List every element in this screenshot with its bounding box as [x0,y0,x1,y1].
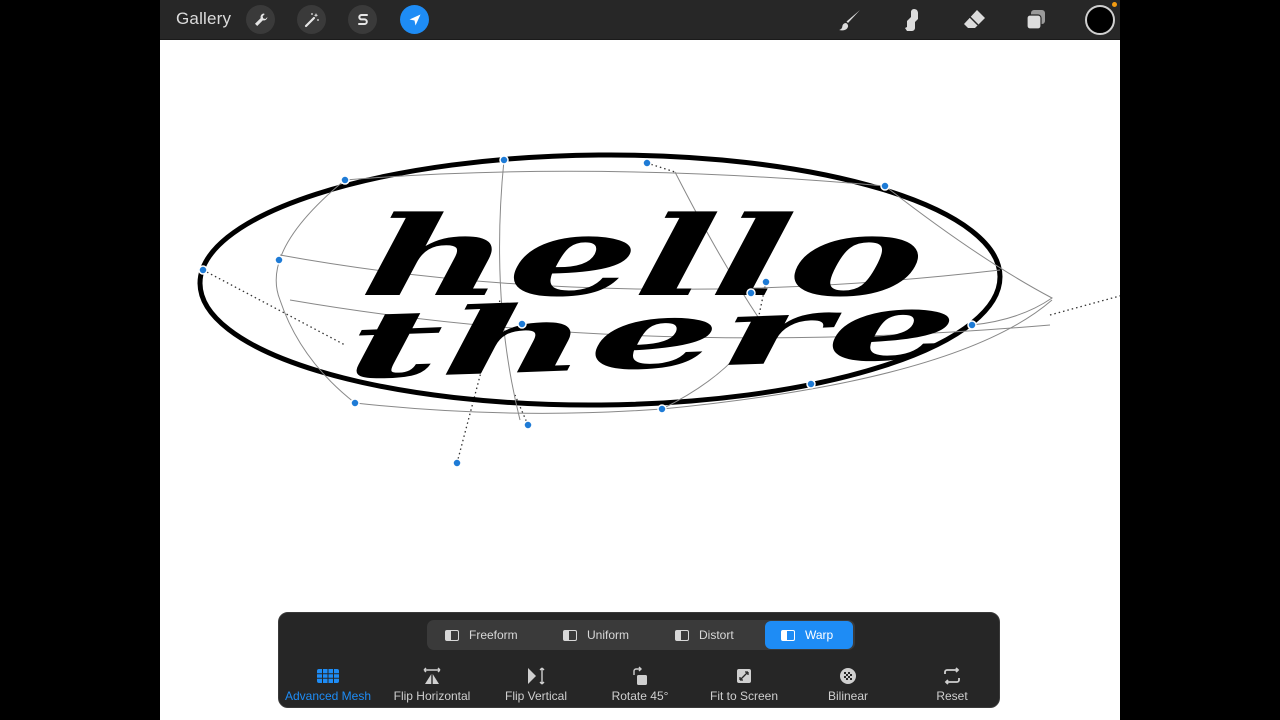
freeform-icon [445,629,459,641]
actions-button[interactable] [246,5,275,34]
mesh-point[interactable] [198,265,208,275]
transform-arrow-icon [409,14,420,25]
mesh-handle-line [1049,295,1120,316]
selection-s-icon [357,13,368,25]
wrench-icon [254,13,267,26]
brush-tool[interactable] [836,6,864,34]
reset-icon [944,667,960,685]
reset-button[interactable]: Reset [897,665,1007,705]
mesh-point[interactable] [350,398,360,408]
mesh-point[interactable] [761,277,771,287]
flip-horizontal-icon [423,667,441,684]
smudge-icon [905,9,918,31]
fit-to-screen-button[interactable]: Fit to Screen [689,665,799,705]
bilinear-icon [840,668,856,684]
magic-wand-icon [304,12,319,27]
selection-button[interactable] [348,5,377,34]
mesh-point[interactable] [967,320,977,330]
eraser-tool[interactable] [960,6,988,34]
brush-icon [839,10,860,31]
mode-warp[interactable]: Warp [765,621,853,649]
fit-to-screen-icon [737,669,751,683]
top-toolbar: Gallery [160,0,1120,40]
layers-button[interactable] [1022,6,1050,34]
mesh-point[interactable] [523,420,533,430]
mesh-point[interactable] [657,404,667,414]
transform-panel: Freeform Uniform Distort Warp Advanced M… [278,612,1000,708]
mesh-point[interactable] [499,155,509,165]
flip-horizontal-button[interactable]: Flip Horizontal [377,665,487,705]
bilinear-button[interactable]: Bilinear [793,665,903,705]
mesh-handle-line [202,269,346,346]
mode-freeform[interactable]: Freeform [429,621,537,649]
mesh-point[interactable] [880,181,890,191]
notification-dot [1112,2,1117,7]
canvas-text-there: there [342,270,963,400]
mode-uniform[interactable]: Uniform [547,621,653,649]
mesh-point[interactable] [806,379,816,389]
rotate-icon [633,666,647,685]
rotate-45-button[interactable]: Rotate 45° [585,665,695,705]
flip-vertical-icon [528,667,545,685]
eraser-icon [964,10,985,28]
procreate-app: Gallery hello there Freeform Uniform Dis… [160,0,1120,720]
gallery-button[interactable]: Gallery [176,9,231,29]
uniform-icon [563,629,577,641]
flip-vertical-button[interactable]: Flip Vertical [481,665,591,705]
adjustments-button[interactable] [297,5,326,34]
mesh-point[interactable] [517,319,527,329]
mesh-point[interactable] [452,458,462,468]
warp-icon [781,629,795,641]
drawing-canvas[interactable]: hello there [160,40,1120,612]
mode-distort[interactable]: Distort [659,621,763,649]
color-picker-button[interactable] [1085,5,1115,35]
smudge-tool[interactable] [898,6,926,34]
layers-icon [1026,10,1045,30]
mesh-point[interactable] [746,288,756,298]
advanced-mesh-button[interactable]: Advanced Mesh [273,665,383,705]
mesh-point[interactable] [642,158,652,168]
mesh-point[interactable] [340,175,350,185]
mesh-grid-icon [317,669,339,683]
distort-icon [675,629,689,641]
mesh-handle-line [514,394,529,426]
transform-mode-selector: Freeform Uniform Distort Warp [427,620,855,650]
transform-button[interactable] [400,5,429,34]
mesh-point[interactable] [274,255,284,265]
